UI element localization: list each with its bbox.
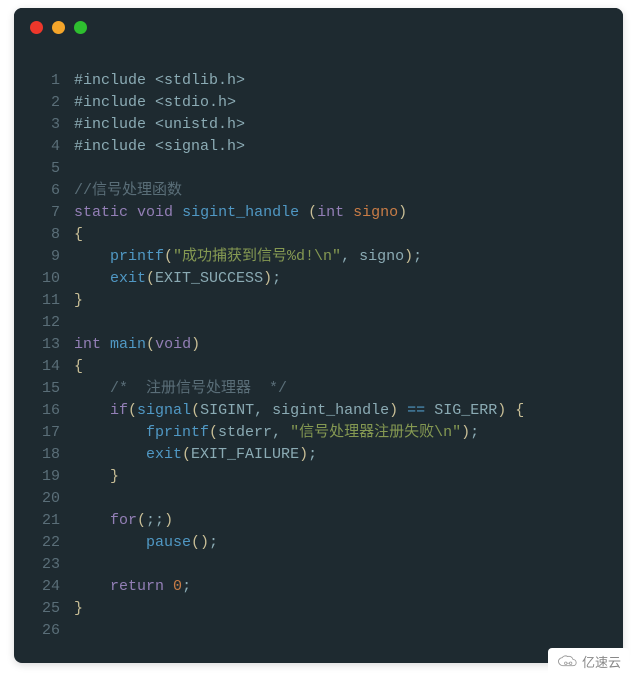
line-number: 6 (34, 180, 60, 202)
code-line (74, 488, 623, 510)
code-line: //信号处理函数 (74, 180, 623, 202)
code-line: /* 注册信号处理器 */ (74, 378, 623, 400)
line-number: 9 (34, 246, 60, 268)
code-line: #include <unistd.h> (74, 114, 623, 136)
code-editor-window: 1234567891011121314151617181920212223242… (14, 8, 623, 663)
cloud-icon (556, 654, 578, 670)
code-line: for(;;) (74, 510, 623, 532)
line-number: 18 (34, 444, 60, 466)
line-number: 2 (34, 92, 60, 114)
line-number: 20 (34, 488, 60, 510)
code-line: #include <stdlib.h> (74, 70, 623, 92)
line-number: 11 (34, 290, 60, 312)
code-line (74, 620, 623, 642)
line-number: 25 (34, 598, 60, 620)
code-content[interactable]: #include <stdlib.h>#include <stdio.h>#in… (74, 70, 623, 642)
code-line: int main(void) (74, 334, 623, 356)
line-number: 15 (34, 378, 60, 400)
line-number: 8 (34, 224, 60, 246)
window-titlebar (14, 8, 623, 46)
line-number: 16 (34, 400, 60, 422)
watermark-text: 亿速云 (582, 652, 621, 671)
line-number: 17 (34, 422, 60, 444)
code-line: } (74, 290, 623, 312)
line-number: 3 (34, 114, 60, 136)
maximize-icon[interactable] (74, 21, 87, 34)
line-number: 19 (34, 466, 60, 488)
line-number: 24 (34, 576, 60, 598)
code-line: #include <signal.h> (74, 136, 623, 158)
line-number: 7 (34, 202, 60, 224)
line-number: 10 (34, 268, 60, 290)
code-line (74, 312, 623, 334)
close-icon[interactable] (30, 21, 43, 34)
code-line: } (74, 466, 623, 488)
code-line (74, 158, 623, 180)
code-area: 1234567891011121314151617181920212223242… (14, 46, 623, 652)
code-line: if(signal(SIGINT, sigint_handle) == SIG_… (74, 400, 623, 422)
code-line: printf("成功捕获到信号%d!\n", signo); (74, 246, 623, 268)
line-number: 12 (34, 312, 60, 334)
line-number-gutter: 1234567891011121314151617181920212223242… (14, 70, 74, 642)
minimize-icon[interactable] (52, 21, 65, 34)
code-line: { (74, 356, 623, 378)
code-line: exit(EXIT_SUCCESS); (74, 268, 623, 290)
line-number: 23 (34, 554, 60, 576)
watermark-badge: 亿速云 (548, 648, 629, 675)
code-line: pause(); (74, 532, 623, 554)
line-number: 5 (34, 158, 60, 180)
code-line: return 0; (74, 576, 623, 598)
code-line: fprintf(stderr, "信号处理器注册失败\n"); (74, 422, 623, 444)
code-line: static void sigint_handle (int signo) (74, 202, 623, 224)
line-number: 22 (34, 532, 60, 554)
code-line: #include <stdio.h> (74, 92, 623, 114)
code-line (74, 554, 623, 576)
line-number: 14 (34, 356, 60, 378)
line-number: 26 (34, 620, 60, 642)
code-line: { (74, 224, 623, 246)
line-number: 13 (34, 334, 60, 356)
line-number: 21 (34, 510, 60, 532)
code-line: } (74, 598, 623, 620)
line-number: 4 (34, 136, 60, 158)
code-line: exit(EXIT_FAILURE); (74, 444, 623, 466)
line-number: 1 (34, 70, 60, 92)
